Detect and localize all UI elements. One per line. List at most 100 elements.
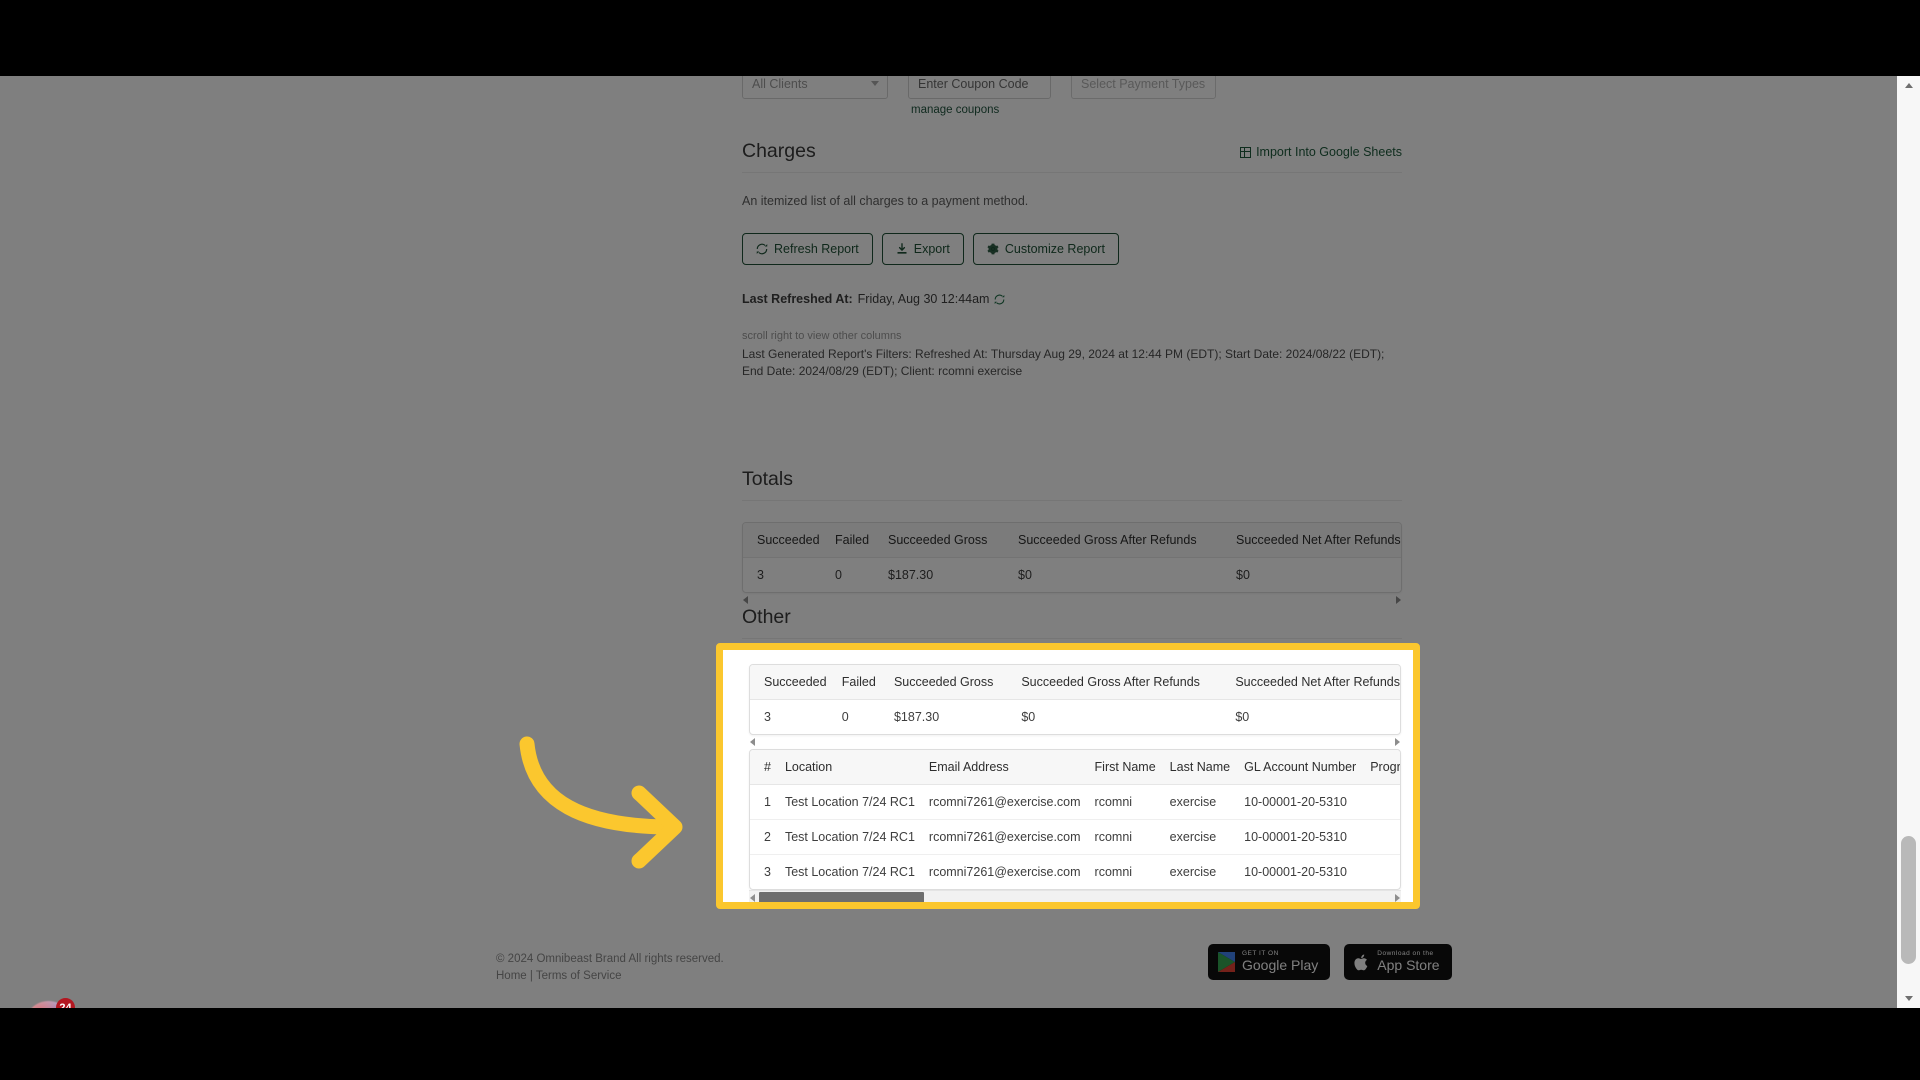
other-detail-horizontal-scrollbar[interactable] (749, 890, 1401, 902)
export-label: Export (913, 242, 950, 256)
app-store-badges: GET IT ON Google Play Download on the Ap… (1208, 944, 1452, 980)
table-cell: Test Location 7/24 RC1 (770, 819, 915, 855)
other-summary-table: Succeeded Failed Succeeded Gross Succeeded … (750, 665, 1400, 734)
google-play-icon (1218, 952, 1235, 972)
other-detail-table: # Location Email Address First Name Last Nam… (750, 750, 1400, 890)
column-header: Succeeded Net After Refunds (1221, 665, 1400, 700)
app-store-text: Download on the App Store (1377, 950, 1440, 974)
last-refreshed-label: Last Refreshed At: (742, 292, 853, 306)
other-detail-header-row: # Location Email Address First Name Last Nam… (750, 750, 1400, 785)
table-cell: $0 (1021, 710, 1036, 724)
table-cell: $187.30 (888, 568, 934, 582)
totals-table-wrapper: Succeeded Failed Succeeded Gross Succeeded … (742, 522, 1402, 593)
other-summary-header-row: Succeeded Failed Succeeded Gross Succeeded … (750, 665, 1400, 700)
scroll-right-arrow-icon[interactable] (1396, 596, 1401, 604)
refresh-report-label: Refresh Report (774, 242, 859, 256)
scroll-up-arrow-icon[interactable] (1905, 83, 1913, 88)
screen: All Clients Enter Coupon Code Select Pay… (0, 0, 1920, 1080)
column-header: Last Name (1155, 750, 1231, 785)
table-cell: 2 (750, 819, 771, 855)
column-header: Location (770, 750, 915, 785)
other-detail-table-wrapper: # Location Email Address First Name Last Nam… (749, 749, 1401, 890)
charges-toolbar: Refresh Report Export Customize Report (742, 233, 1402, 265)
table-cell: 1 (750, 784, 771, 820)
table-cell: $0 (1236, 568, 1250, 582)
other-section: Other (742, 606, 1402, 639)
column-header: Failed (821, 523, 874, 558)
totals-horizontal-scrollbar[interactable] (742, 593, 1402, 607)
table-cell: 10-00001-20-5310 (1230, 819, 1357, 855)
table-row: 3 0 $187.30 $0 $0 (750, 700, 1400, 735)
column-header: Program Code ID (1356, 750, 1400, 785)
gear-icon (987, 243, 999, 255)
totals-table: Succeeded Failed Succeeded Gross Succeeded … (743, 523, 1401, 592)
table-cell: rcomni7261@exercise.com (914, 819, 1081, 855)
table-row: 3 Test Location 7/24 RC1 rcomni7261@exerci… (750, 855, 1400, 890)
coupon-code-input[interactable]: Enter Coupon Code (908, 76, 1051, 99)
column-header: Succeeded (743, 523, 821, 558)
import-into-google-sheets-link[interactable]: Import Into Google Sheets (1240, 145, 1402, 159)
page-vertical-scrollbar[interactable] (1897, 76, 1920, 1008)
other-summary-horizontal-scrollbar[interactable] (749, 735, 1401, 749)
column-header: First Name (1080, 750, 1156, 785)
highlight-inner: Succeeded Failed Succeeded Gross Succeeded … (749, 664, 1401, 902)
scroll-hint: scroll right to view other columns (742, 330, 902, 342)
table-cell: Test Location 7/24 RC1 (770, 784, 915, 820)
table-cell: 10-00001-20-5310 (1230, 784, 1357, 820)
scroll-down-arrow-icon[interactable] (1905, 996, 1913, 1001)
charges-description: An itemized list of all charges to a pay… (742, 194, 1029, 208)
table-cell: exercise (1155, 819, 1231, 855)
table-cell: 3 (764, 710, 771, 724)
import-into-google-sheets-label: Import Into Google Sheets (1256, 145, 1402, 159)
scroll-right-arrow-icon[interactable] (1395, 738, 1400, 746)
table-row: 3 0 $187.30 $0 $0 (743, 558, 1401, 593)
table-cell: 0 (835, 568, 842, 582)
export-button[interactable]: Export (881, 233, 964, 265)
refresh-icon-small[interactable] (994, 294, 1005, 305)
footer-terms-link[interactable]: Terms of Service (536, 970, 622, 982)
footer-link-separator: | (526, 970, 536, 983)
totals-body: 3 0 $187.30 $0 $0 (743, 558, 1401, 593)
table-cell: rcomni7261@exercise.com (914, 784, 1081, 820)
table-cell: rcomni (1080, 819, 1156, 855)
table-cell: $0 (1018, 568, 1032, 582)
client-select[interactable]: All Clients (742, 76, 888, 99)
charges-section: Charges Import Into Google Sheets An ite… (742, 140, 1402, 381)
column-header: Succeeded (750, 665, 828, 700)
footer-home-link[interactable]: Home (496, 970, 527, 982)
refresh-report-button[interactable]: Refresh Report (742, 233, 873, 265)
manage-coupons-link[interactable]: manage coupons (911, 104, 999, 116)
scroll-left-arrow-icon[interactable] (750, 738, 755, 746)
table-cell (1356, 855, 1400, 890)
highlight-callout: Succeeded Failed Succeeded Gross Succeeded … (716, 643, 1420, 909)
table-cell: rcomni7261@exercise.com (928, 865, 1081, 879)
column-header: Succeeded Net After Refunds (1222, 523, 1401, 558)
table-cell: 10-00001-20-5310 (1244, 865, 1347, 879)
scroll-left-arrow-icon[interactable] (743, 596, 748, 604)
table-cell: Test Location 7/24 RC1 (784, 865, 915, 879)
generated-report-filters: Last Generated Report's Filters: Refresh… (742, 347, 1385, 379)
totals-section: Totals Succeeded Failed Succeeded Gross Suc… (742, 468, 1402, 607)
chevron-down-icon (871, 81, 879, 86)
payment-types-select[interactable]: Select Payment Types (1071, 76, 1216, 99)
other-detail-body: 1 Test Location 7/24 RC1 rcomni7261@exerci… (750, 784, 1400, 890)
refresh-icon (756, 243, 768, 255)
column-header: Email Address (914, 750, 1081, 785)
table-row: 1 Test Location 7/24 RC1 rcomni7261@exerci… (750, 784, 1400, 820)
customize-report-button[interactable]: Customize Report (972, 233, 1119, 265)
google-play-badge[interactable]: GET IT ON Google Play (1208, 944, 1331, 980)
google-sheets-icon (1240, 146, 1252, 158)
scroll-right-arrow-icon[interactable] (1395, 893, 1400, 902)
table-cell: exercise (1169, 865, 1217, 879)
apple-icon (1354, 954, 1368, 970)
scrollbar-thumb[interactable] (1901, 836, 1916, 964)
app-store-big: App Store (1377, 957, 1440, 974)
footer-copyright-block: © 2024 Omnibeast Brand All rights reserv… (496, 951, 724, 986)
app-store-badge[interactable]: Download on the App Store (1344, 944, 1452, 980)
other-heading: Other (742, 606, 1402, 639)
table-cell: 3 (757, 568, 764, 582)
scroll-left-arrow-icon[interactable] (750, 893, 755, 902)
table-cell: exercise (1155, 784, 1231, 820)
scrollbar-thumb[interactable] (759, 892, 924, 902)
column-header: Succeeded Gross After Refunds (1004, 523, 1222, 558)
